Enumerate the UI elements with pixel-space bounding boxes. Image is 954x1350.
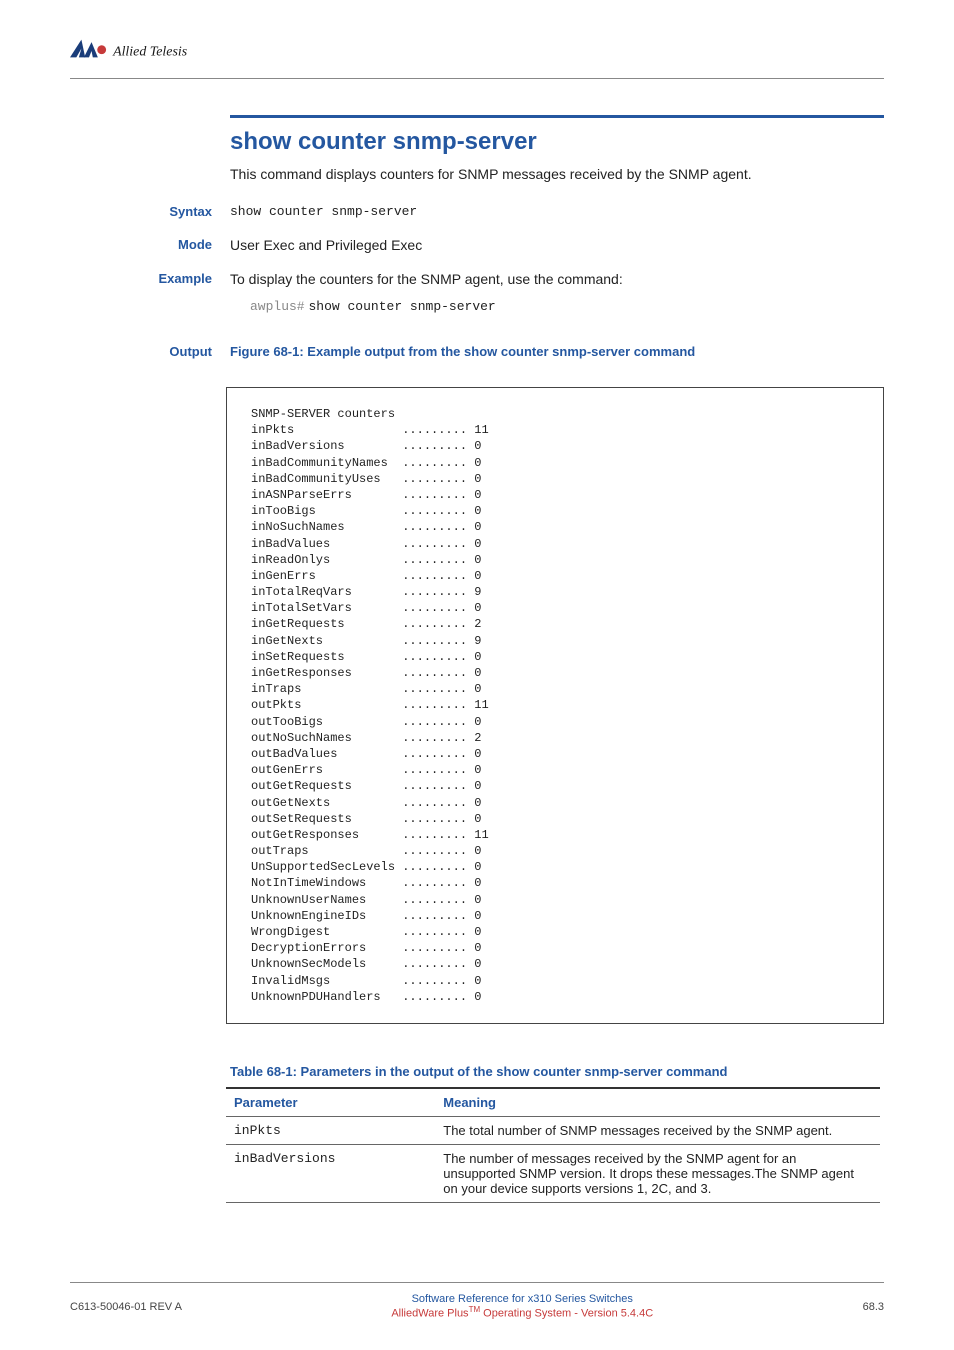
footer-center-line2: AlliedWare PlusTM Operating System - Ver… [182,1305,863,1320]
footer-row: C613-50046-01 REV A Software Reference f… [70,1293,884,1320]
footer-product: AlliedWare Plus [391,1308,468,1320]
table-row: inPktsThe total number of SNMP messages … [226,1116,880,1144]
output-box: SNMP-SERVER counters inPkts ......... 11… [226,387,884,1024]
trademark-symbol: TM [469,1305,481,1314]
footer-version: Operating System - Version 5.4.4C [480,1308,653,1320]
header-divider [70,78,884,79]
cli-command: show counter snmp-server [309,299,496,314]
page-footer: C613-50046-01 REV A Software Reference f… [70,1282,884,1320]
example-command-line: awplus# show counter snmp-server [250,297,884,314]
main-content: show counter snmp-server This command di… [230,115,884,1203]
syntax-body: show counter snmp-server [230,204,884,219]
parameter-table: Parameter Meaning inPktsThe total number… [226,1087,880,1203]
footer-left: C613-50046-01 REV A [70,1301,182,1313]
mode-label: Mode [70,237,230,253]
output-row: Output Figure 68-1: Example output from … [230,344,884,369]
example-body: To display the counters for the SNMP age… [230,271,884,314]
title-rule [230,115,884,118]
col-meaning: Meaning [435,1088,880,1117]
output-body: Figure 68-1: Example output from the sho… [230,344,884,369]
param-cell: inBadVersions [226,1144,435,1202]
syntax-row: Syntax show counter snmp-server [230,204,884,219]
footer-center: Software Reference for x310 Series Switc… [182,1293,863,1320]
mode-body: User Exec and Privileged Exec [230,237,884,253]
footer-right: 68.3 [863,1301,884,1313]
svg-text:Allied Telesis: Allied Telesis [112,44,187,59]
page-header: Allied Telesis [70,36,884,66]
command-title: show counter snmp-server [230,128,884,156]
footer-center-line1: Software Reference for x310 Series Switc… [182,1293,863,1305]
intro-text: This command displays counters for SNMP … [230,166,884,182]
meaning-cell: The number of messages received by the S… [435,1144,880,1202]
cli-prompt: awplus# [250,299,305,314]
figure-caption: Figure 68-1: Example output from the sho… [230,344,884,359]
example-row: Example To display the counters for the … [230,271,884,314]
col-parameter: Parameter [226,1088,435,1117]
brand-logo: Allied Telesis [70,36,260,66]
mode-row: Mode User Exec and Privileged Exec [230,237,884,253]
meaning-cell: The total number of SNMP messages receiv… [435,1116,880,1144]
footer-divider [70,1282,884,1283]
syntax-label: Syntax [70,204,230,219]
param-cell: inPkts [226,1116,435,1144]
table-caption: Table 68-1: Parameters in the output of … [230,1064,884,1079]
table-row: inBadVersionsThe number of messages rece… [226,1144,880,1202]
example-label: Example [70,271,230,314]
table-header-row: Parameter Meaning [226,1088,880,1117]
output-label: Output [70,344,230,369]
example-text: To display the counters for the SNMP age… [230,271,623,287]
